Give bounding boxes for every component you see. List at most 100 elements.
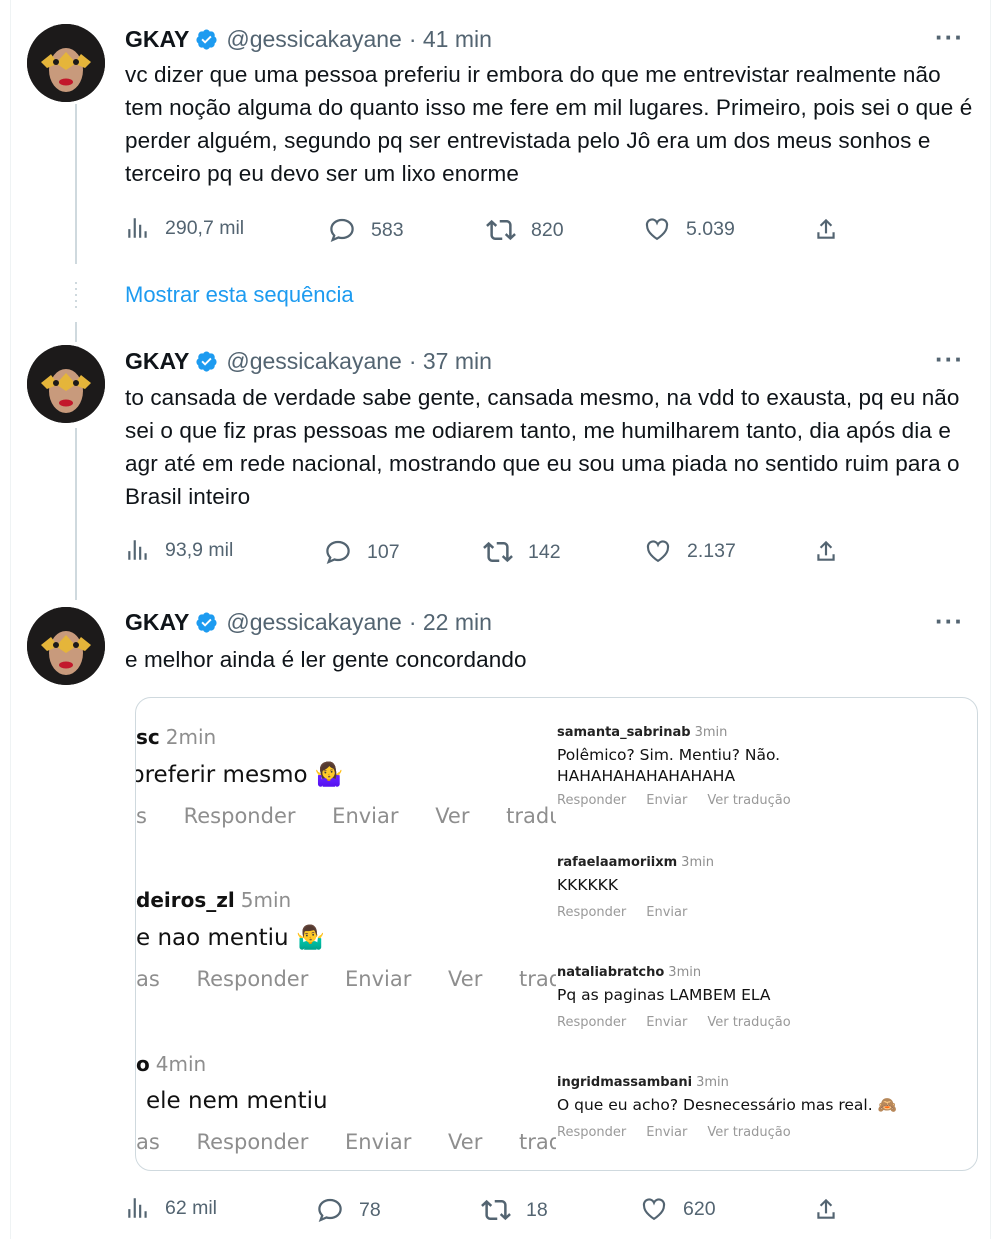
more-options-icon[interactable]: ··· [935,606,964,637]
tweet-text: to cansada de verdade sabe gente, cansad… [125,385,960,509]
avatar[interactable] [27,345,105,423]
reply-count: 107 [367,540,400,563]
comment-item: sc 2min preferir mesmo 🤷‍♀️ s Responder E… [136,725,556,828]
views-button[interactable]: 62 mil [125,1195,217,1221]
like-button[interactable]: 2.137 [643,537,736,565]
tweet-text: vc dizer que uma pessoa preferiu ir embo… [125,62,973,186]
comment-text: ele nem mentiu [146,1088,328,1114]
comment-username: rafaelaamoriixm [557,855,678,870]
show-thread-link[interactable]: Mostrar esta sequência [125,282,354,308]
share-icon [817,1198,835,1219]
comment-item: nataliabratcho 3min Pq as paginas LAMBEM … [557,965,811,1030]
display-name[interactable]: GKAY [125,609,189,636]
views-button[interactable]: 93,9 mil [125,537,233,563]
comment-text: Pq as paginas LAMBEM ELA [557,986,771,1004]
share-button[interactable] [813,215,853,243]
retweet-icon [486,219,516,241]
views-count: 290,7 mil [165,216,245,239]
timestamp[interactable]: · 41 min [409,26,492,53]
share-button[interactable] [813,1195,853,1223]
timestamp[interactable]: · 22 min [409,609,492,636]
retweet-button[interactable]: 820 [485,215,564,245]
reply-button[interactable]: 583 [327,215,404,245]
comment-username: o [136,1052,150,1076]
tweet-media-image[interactable]: sc 2min preferir mesmo 🤷‍♀️ s Responder E… [135,697,978,1171]
comment-username: nataliabratcho [557,965,665,980]
reply-button[interactable]: 107 [323,537,400,567]
tweet-header: GKAY @gessicakayane · 41 min [125,26,492,53]
like-button[interactable]: 5.039 [642,215,735,243]
share-icon [817,540,835,561]
comment-actions: as Responder Enviar Ver tradu [136,1130,556,1154]
timestamp[interactable]: · 37 min [409,348,492,375]
thread-connector-dots [75,282,77,312]
instagram-comments-right: samanta_sabrinab 3min Polêmico? Sim. Ment… [557,698,977,1170]
comment-time: 2min [165,725,217,749]
like-count: 2.137 [687,539,736,562]
tweet-actions: 62 mil 78 18 620 [125,1195,845,1225]
tweet-actions: 93,9 mil 107 142 2.137 [125,537,845,567]
comment-actions: Responder Enviar Ver tradução [557,1015,791,1030]
share-button[interactable] [813,537,853,565]
analytics-icon [128,1198,147,1218]
comment-time: 3min [668,965,702,980]
tweet-actions: 290,7 mil 583 820 5.039 [125,215,845,245]
reply-icon [318,1198,342,1223]
timeline-left-border [10,0,11,1239]
retweet-icon [481,1199,511,1221]
comment-actions: Responder Enviar Ver tradução [557,793,791,808]
comment-text: Polêmico? Sim. Mentiu? Não. [557,746,781,764]
handle[interactable]: @gessicakayane [226,26,402,53]
reply-count: 583 [371,218,404,241]
comment-text: e nao mentiu 🤷‍♂️ [136,925,325,951]
retweet-icon [483,541,513,563]
comment-time: 5min [240,888,292,912]
comment-username: sc [136,725,160,749]
comment-text: O que eu acho? Desnecessário mas real. 🙈 [557,1096,897,1114]
comment-time: 3min [694,725,728,740]
reply-icon [330,218,354,243]
comment-text: KKKKKK [557,876,618,894]
views-count: 93,9 mil [165,538,234,561]
instagram-comments-left: sc 2min preferir mesmo 🤷‍♀️ s Responder E… [136,698,556,1170]
retweet-count: 820 [531,218,564,241]
retweet-count: 18 [526,1198,548,1221]
comment-time: 4min [155,1052,207,1076]
share-icon [817,218,835,239]
comment-item: rafaelaamoriixm 3min KKKKKK Responder Envi… [557,855,714,920]
more-options-icon[interactable]: ··· [935,22,964,53]
display-name[interactable]: GKAY [125,348,189,375]
comment-username: ingridmassambani [557,1075,693,1090]
heart-icon [646,540,670,563]
thread-connector [75,428,77,600]
handle[interactable]: @gessicakayane [226,609,402,636]
comment-time: 3min [681,855,714,870]
comment-item: ingridmassambani 3min O que eu acho? Desn… [557,1075,897,1140]
avatar[interactable] [27,24,105,102]
retweet-button[interactable]: 18 [480,1195,548,1225]
tweet-header: GKAY @gessicakayane · 37 min [125,348,492,375]
more-options-icon[interactable]: ··· [935,344,964,375]
comment-actions: Responder Enviar Ver tradução [557,1125,791,1140]
thread-connector [75,104,77,264]
avatar[interactable] [27,607,105,685]
handle[interactable]: @gessicakayane [226,348,402,375]
comment-item: o 4min ele nem mentiu as Responder Enviar… [136,1052,556,1154]
reply-count: 78 [359,1198,381,1221]
comment-item: samanta_sabrinab 3min Polêmico? Sim. Ment… [557,725,811,808]
timeline-right-border [990,0,991,1239]
comment-actions: as Responder Enviar Ver tradu [136,967,556,991]
heart-icon [645,218,669,241]
display-name[interactable]: GKAY [125,26,189,53]
retweet-count: 142 [528,540,561,563]
reply-button[interactable]: 78 [315,1195,381,1225]
views-button[interactable]: 290,7 mil [125,215,244,241]
comment-text: preferir mesmo 🤷‍♀️ [136,762,344,788]
reply-icon [326,540,350,565]
analytics-icon [128,540,147,560]
retweet-button[interactable]: 142 [482,537,561,567]
comment-text-line2: HAHAHAHAHAHAHAHA [557,767,736,785]
like-button[interactable]: 620 [639,1195,716,1223]
verified-badge-icon [196,612,217,633]
comment-actions: s Responder Enviar Ver traduç [136,804,556,828]
